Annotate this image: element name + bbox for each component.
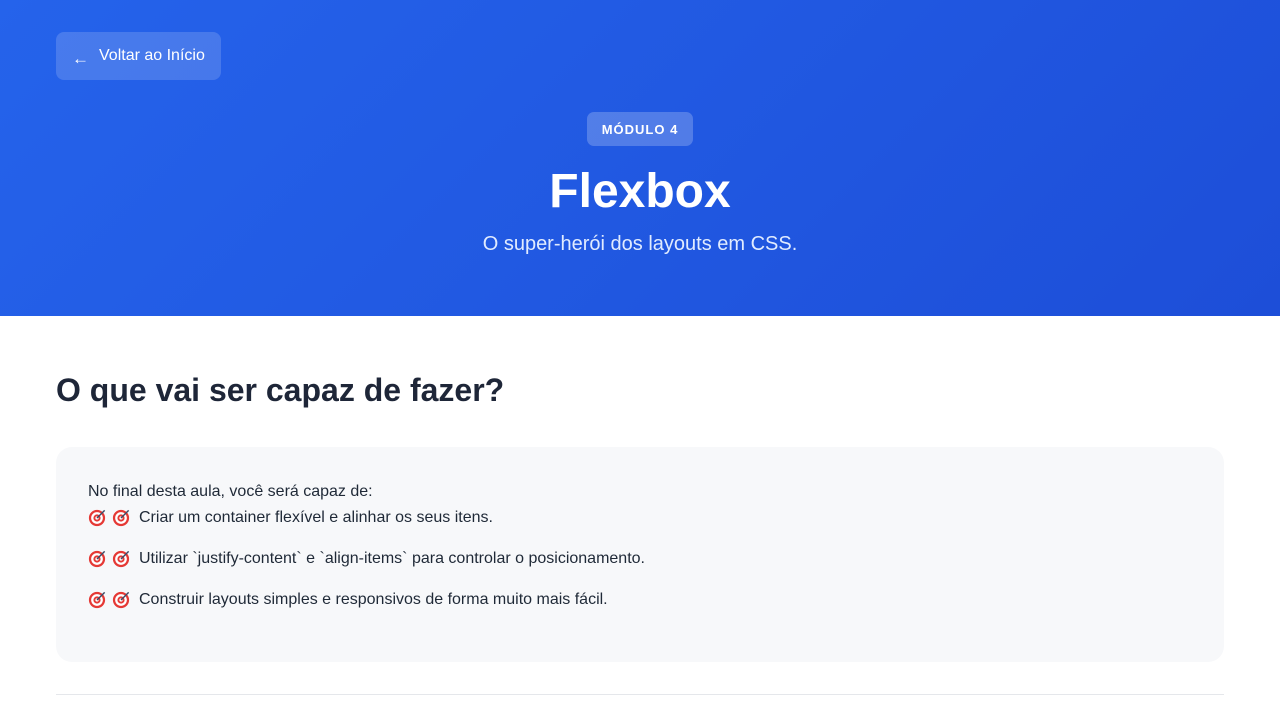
objective-item: Utilizar `justify-content` e `align-item… [88, 548, 1192, 570]
target-icon [88, 509, 106, 527]
target-icon [112, 591, 130, 609]
hero-header: ← Voltar ao Início MÓDULO 4 Flexbox O su… [0, 0, 1280, 316]
target-icon [88, 550, 106, 568]
page-title: Flexbox [549, 165, 731, 218]
arrow-left-icon: ← [72, 48, 89, 68]
back-to-home-button[interactable]: ← Voltar ao Início [56, 32, 221, 80]
target-icon [88, 591, 106, 609]
section-divider [56, 694, 1224, 695]
objective-item: Construir layouts simples e responsivos … [88, 589, 1192, 611]
objective-text: Construir layouts simples e responsivos … [139, 591, 608, 608]
target-icon [112, 550, 130, 568]
objective-item: Criar um container flexível e alinhar os… [88, 507, 1192, 529]
module-badge: MÓDULO 4 [587, 112, 693, 146]
objective-text: Utilizar `justify-content` e `align-item… [139, 550, 645, 567]
target-icon [112, 509, 130, 527]
page-subtitle: O super-herói dos layouts em CSS. [482, 233, 798, 255]
objective-text: Criar um container flexível e alinhar os… [139, 509, 493, 526]
back-button-label: Voltar ao Início [99, 47, 205, 64]
objectives-card: No final desta aula, você será capaz de:… [56, 447, 1224, 662]
section-heading: O que vai ser capaz de fazer? [56, 372, 505, 408]
objectives-intro: No final desta aula, você será capaz de: [88, 483, 373, 500]
